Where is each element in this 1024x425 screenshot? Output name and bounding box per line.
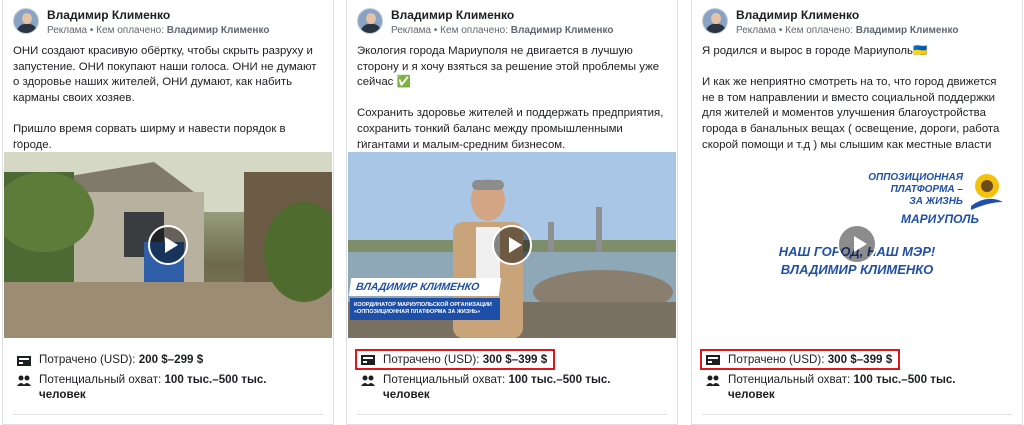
- ad-text: Экология города Мариуполя не двигается в…: [357, 45, 664, 151]
- money-icon: [706, 355, 720, 365]
- paid-by-prefix: • Кем оплачено:: [431, 25, 511, 36]
- avatar[interactable]: [357, 8, 383, 34]
- party-line-3: ЗА ЖИЗНЬ: [909, 196, 963, 207]
- avatar[interactable]: [702, 8, 728, 34]
- city-name: МАРИУПОЛЬ: [901, 212, 979, 226]
- author-name[interactable]: Владимир Клименко: [391, 8, 514, 22]
- spend-value: 300 $–399 $: [827, 353, 893, 366]
- ad-meta: Реклама • Кем оплачено: Владимир Клименк…: [736, 25, 958, 36]
- payer-name: Владимир Клименко: [510, 25, 614, 36]
- divider: [13, 414, 323, 415]
- payer-name: Владимир Клименко: [855, 25, 959, 36]
- reach-row: Потенциальный охват: 100 тыс.–500 тыс. ч…: [17, 372, 307, 402]
- see-more[interactable]: ...: [13, 133, 22, 145]
- party-line-2: ПЛАТФОРМА –: [890, 184, 963, 195]
- payer-name: Владимир Клименко: [166, 25, 270, 36]
- sunflower-icon: [971, 174, 1003, 210]
- spend-row: Потрачено (USD): 200 $–299 $: [17, 352, 209, 370]
- paid-by-prefix: • Кем оплачено:: [776, 25, 856, 36]
- people-icon: [17, 375, 31, 386]
- people-icon: [361, 375, 375, 386]
- role-overlay: КООРДИНАТОР МАРИУПОЛЬСКОЙ ОРГАНИЗАЦИИ «О…: [350, 298, 500, 320]
- video-thumbnail[interactable]: ОППОЗИЦИОННАЯ ПЛАТФОРМА – ЗА ЖИЗНЬ МАРИУ…: [693, 152, 1021, 338]
- ad-text: ОНИ создают красивую обёртку, чтобы скры…: [13, 45, 317, 151]
- reach-row: Потенциальный охват: 100 тыс.–500 тыс. ч…: [706, 372, 996, 402]
- ad-meta: Реклама • Кем оплачено: Владимир Клименк…: [47, 25, 269, 36]
- overlay-role: КООРДИНАТОР МАРИУПОЛЬСКОЙ ОРГАНИЗАЦИИ «О…: [354, 302, 492, 315]
- money-icon: [17, 356, 31, 366]
- overlay-name: ВЛАДИМИР КЛИМЕНКО: [355, 281, 481, 293]
- ad-text: Я родился и вырос в городе Мариуполь🇺🇦 И…: [702, 45, 1000, 166]
- avatar[interactable]: [13, 8, 39, 34]
- ad-card-1: Владимир Клименко Реклама • Кем оплачено…: [2, 0, 334, 425]
- paid-by-prefix: • Кем оплачено:: [87, 25, 167, 36]
- video-thumbnail[interactable]: [4, 152, 332, 338]
- ad-label: Реклама: [736, 25, 777, 36]
- ad-meta: Реклама • Кем оплачено: Владимир Клименк…: [391, 25, 613, 36]
- reach-row: Потенциальный охват: 100 тыс.–500 тыс. ч…: [361, 372, 651, 402]
- ad-card-2: Владимир Клименко Реклама • Кем оплачено…: [346, 0, 678, 425]
- ad-header: Владимир Клименко Реклама • Кем оплачено…: [13, 8, 325, 40]
- spend-label: Потрачено (USD):: [39, 353, 139, 366]
- people-icon: [706, 375, 720, 386]
- spend-label: Потрачено (USD):: [728, 353, 828, 366]
- play-icon[interactable]: [492, 225, 532, 265]
- divider: [702, 414, 1012, 415]
- name-overlay: ВЛАДИМИР КЛИМЕНКО: [348, 278, 502, 296]
- ad-label: Реклама: [47, 25, 88, 36]
- author-name[interactable]: Владимир Клименко: [47, 8, 170, 22]
- ad-header: Владимир Клименко Реклама • Кем оплачено…: [357, 8, 669, 40]
- spend-label: Потрачено (USD):: [383, 353, 483, 366]
- slogan-line-2: ВЛАДИМИР КЛИМЕНКО: [780, 262, 934, 277]
- ad-label: Реклама: [391, 25, 432, 36]
- video-thumbnail[interactable]: ВЛАДИМИР КЛИМЕНКО КООРДИНАТОР МАРИУПОЛЬС…: [348, 152, 676, 338]
- spend-row-highlighted: Потрачено (USD): 300 $–399 $: [700, 349, 901, 370]
- spend-value: 200 $–299 $: [138, 353, 204, 366]
- see-more[interactable]: ...: [357, 133, 366, 145]
- play-icon[interactable]: [837, 224, 877, 264]
- money-icon: [361, 355, 375, 365]
- spend-row-highlighted: Потрачено (USD): 300 $–399 $: [355, 349, 556, 370]
- author-name[interactable]: Владимир Клименко: [736, 8, 859, 22]
- reach-label: Потенциальный охват:: [728, 373, 854, 386]
- play-icon[interactable]: [148, 225, 188, 265]
- reach-label: Потенциальный охват:: [39, 373, 165, 386]
- spend-value: 300 $–399 $: [482, 353, 548, 366]
- ad-card-3: Владимир Клименко Реклама • Кем оплачено…: [691, 0, 1023, 425]
- party-line-1: ОППОЗИЦИОННАЯ: [868, 172, 963, 183]
- party-logo: ОППОЗИЦИОННАЯ ПЛАТФОРМА – ЗА ЖИЗНЬ МАРИУ…: [857, 168, 1007, 232]
- ad-header: Владимир Клименко Реклама • Кем оплачено…: [702, 8, 1014, 40]
- reach-label: Потенциальный охват:: [383, 373, 509, 386]
- divider: [357, 414, 667, 415]
